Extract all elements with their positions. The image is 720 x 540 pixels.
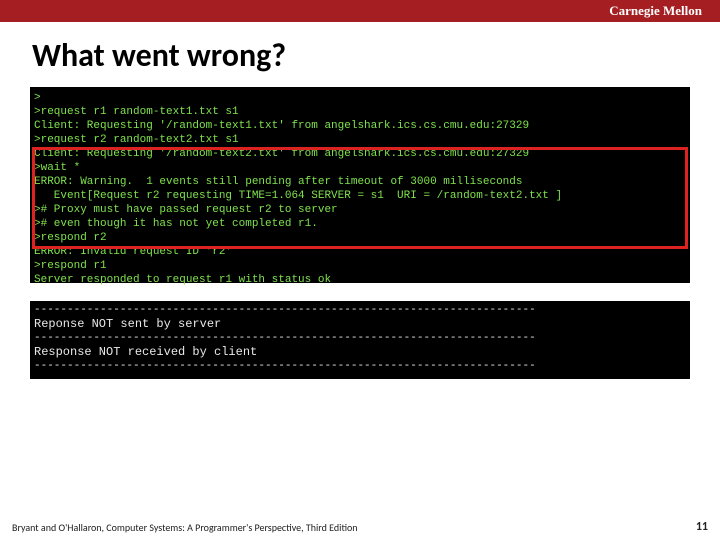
dash-line: ----------------------------------------… xyxy=(30,331,690,345)
footer: Bryant and O'Hallaron, Computer Systems:… xyxy=(0,520,720,534)
dash-line: ----------------------------------------… xyxy=(30,303,690,317)
term-line: Event[Request r2 requesting TIME=1.064 S… xyxy=(30,189,690,203)
term-line: Client: Requesting '/random-text1.txt' f… xyxy=(30,119,690,133)
term-line: >wait * xyxy=(30,161,690,175)
term-line: ERROR: Invalid request ID 'r2' xyxy=(30,245,690,259)
terminal-upper: > >request r1 random-text1.txt s1 Client… xyxy=(30,87,690,283)
term-line: >request r2 random-text2.txt s1 xyxy=(30,133,690,147)
terminal-upper-wrap: > >request r1 random-text1.txt s1 Client… xyxy=(30,87,690,283)
term-line: Client: Requesting '/random-text2.txt' f… xyxy=(30,147,690,161)
term-line: Server responded to request r1 with stat… xyxy=(30,273,690,287)
terminal-lower-wrap: ----------------------------------------… xyxy=(30,301,690,379)
page-number: 11 xyxy=(696,520,708,534)
dash-line: ----------------------------------------… xyxy=(30,359,690,373)
term-line: >respond r2 xyxy=(30,231,690,245)
term-line: ># Proxy must have passed request r2 to … xyxy=(30,203,690,217)
brand-text: Carnegie Mellon xyxy=(609,3,702,19)
term-line: > xyxy=(30,91,690,105)
footer-citation: Bryant and O'Hallaron, Computer Systems:… xyxy=(12,521,358,534)
slide-title: What went wrong? xyxy=(0,22,720,87)
terminal-lower: ----------------------------------------… xyxy=(30,301,690,379)
term-line: ERROR: Warning. 1 events still pending a… xyxy=(30,175,690,189)
term-line: >respond r1 xyxy=(30,259,690,273)
slide: Carnegie Mellon What went wrong? > >requ… xyxy=(0,0,720,540)
term-line: >request r1 random-text1.txt s1 xyxy=(30,105,690,119)
topbar: Carnegie Mellon xyxy=(0,0,720,22)
server-not-sent-label: Reponse NOT sent by server xyxy=(30,317,690,331)
term-line: ># even though it has not yet completed … xyxy=(30,217,690,231)
client-not-received-label: Response NOT received by client xyxy=(30,345,690,359)
